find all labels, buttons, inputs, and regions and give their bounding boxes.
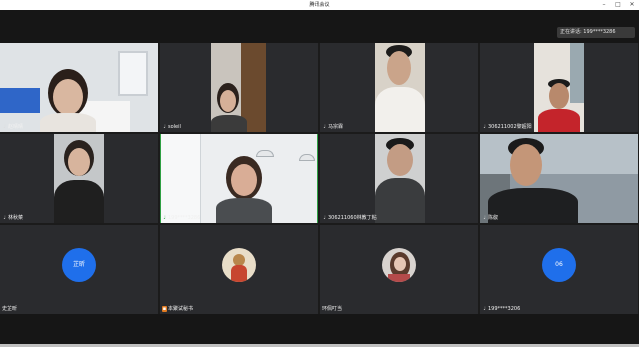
avatar bbox=[382, 247, 416, 282]
speaking-indicator: 正在讲话: 199****3286 bbox=[557, 27, 635, 38]
participant-tile[interactable]: ♩ 陈叡 bbox=[480, 134, 638, 223]
mic-icon: ♩ bbox=[3, 124, 6, 130]
video-feed bbox=[375, 43, 425, 132]
video-feed bbox=[161, 134, 317, 223]
minimize-icon[interactable]: – bbox=[597, 0, 611, 10]
participant-name: 环佩叮当 bbox=[322, 306, 343, 312]
participant-tile[interactable]: ♩ 306211060林教丁粘 bbox=[320, 134, 478, 223]
app-badge-icon: ▪ bbox=[162, 306, 167, 312]
participant-tile[interactable]: ♩ 林秋菜 bbox=[0, 134, 158, 223]
video-feed bbox=[211, 43, 266, 132]
video-feed bbox=[0, 43, 158, 132]
video-feed bbox=[534, 43, 584, 132]
participant-tile[interactable]: 06 ♩ 199****3206 bbox=[480, 225, 638, 314]
participant-tile[interactable]: 芷昕 史芷昕 bbox=[0, 225, 158, 314]
mic-icon: ♩ bbox=[483, 124, 486, 130]
mic-icon: ♩ bbox=[483, 215, 486, 221]
mic-icon: ♩ bbox=[483, 306, 486, 312]
participant-tile[interactable]: ♩ 赵晴晴 bbox=[0, 43, 158, 132]
participant-name: ♩ 陈叡 bbox=[483, 215, 499, 221]
participant-name: ♩ soleil bbox=[163, 124, 181, 130]
video-feed bbox=[54, 134, 104, 223]
participant-tile[interactable]: ♩ 马宗霖 bbox=[320, 43, 478, 132]
mic-active-icon: ♩ bbox=[163, 215, 166, 221]
mic-icon: ♩ bbox=[163, 124, 166, 130]
avatar: 芷昕 bbox=[62, 247, 96, 282]
top-bar bbox=[0, 10, 639, 43]
video-grid: ♩ 赵晴晴 ♩ soleil ♩ 马宗霖 ♩ 306211002黎超阳 ♩ 林秋… bbox=[0, 43, 639, 314]
mic-icon: ♩ bbox=[323, 215, 326, 221]
avatar bbox=[222, 247, 256, 282]
participant-name: 史芷昕 bbox=[2, 306, 18, 312]
close-icon[interactable]: ✕ bbox=[625, 0, 639, 10]
participant-tile-active[interactable]: ♩ 199****3286 bbox=[160, 134, 318, 223]
window-title: 腾讯会议 bbox=[309, 2, 330, 8]
participant-name: ♩ 199****3206 bbox=[483, 306, 521, 312]
video-feed bbox=[480, 134, 638, 223]
participant-name: ♩ 199****3286 bbox=[163, 215, 201, 221]
bottom-bar bbox=[0, 314, 639, 347]
maximize-icon[interactable]: □ bbox=[611, 0, 625, 10]
participant-name: ♩ 马宗霖 bbox=[323, 124, 344, 130]
participant-tile[interactable]: 环佩叮当 bbox=[320, 225, 478, 314]
mic-icon: ♩ bbox=[3, 215, 6, 221]
participant-name: ♩ 306211002黎超阳 bbox=[483, 124, 532, 130]
participant-tile[interactable]: ♩ soleil bbox=[160, 43, 318, 132]
participant-tile[interactable]: ♩ 306211002黎超阳 bbox=[480, 43, 638, 132]
mic-icon: ♩ bbox=[323, 124, 326, 130]
video-feed bbox=[375, 134, 425, 223]
participant-tile[interactable]: ▪ 本聚试秘书 bbox=[160, 225, 318, 314]
title-bar: 腾讯会议 – □ ✕ bbox=[0, 0, 639, 10]
participant-name: ♩ 306211060林教丁粘 bbox=[323, 215, 377, 221]
participant-name: ▪ 本聚试秘书 bbox=[162, 306, 194, 312]
avatar: 06 bbox=[542, 247, 576, 282]
participant-name: ♩ 林秋菜 bbox=[3, 215, 24, 221]
participant-name: ♩ 赵晴晴 bbox=[3, 124, 24, 130]
